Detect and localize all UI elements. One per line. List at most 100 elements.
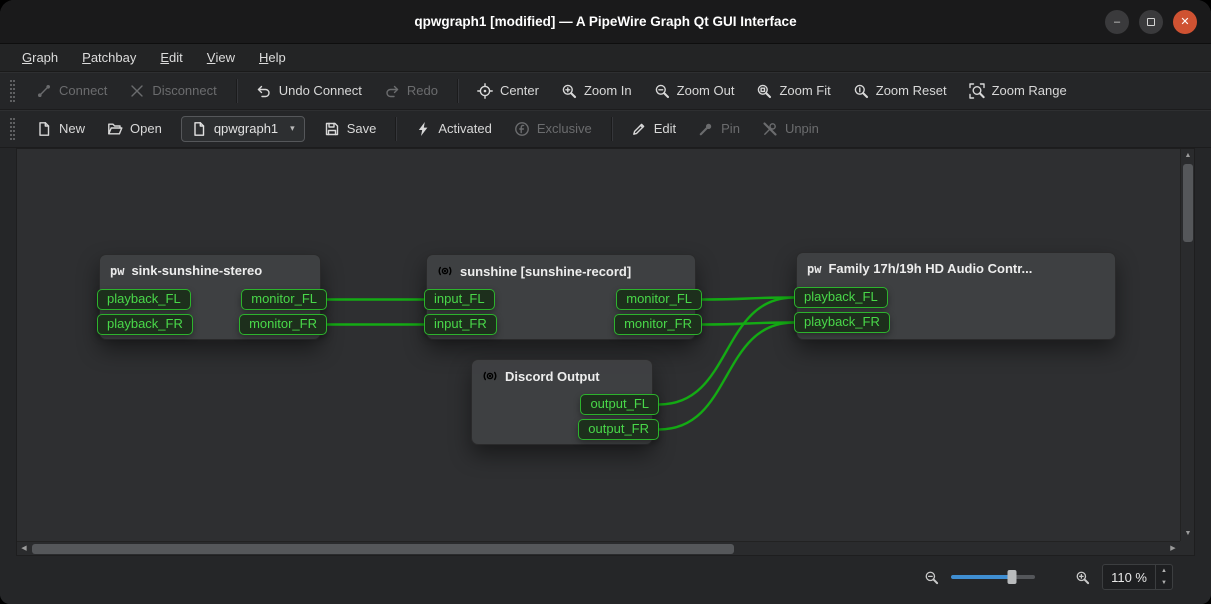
patchbay-file-combo[interactable]: qpwgraph1▾ — [181, 116, 305, 142]
edit-icon — [631, 121, 647, 137]
node-header: pw Family 17h/19h HD Audio Contr... — [797, 253, 1115, 276]
button-label: Pin — [721, 121, 740, 136]
pin-button[interactable]: Pin — [688, 116, 750, 142]
port-input-fr[interactable]: input_FR — [424, 314, 497, 335]
pin-icon — [698, 121, 714, 137]
button-label: Zoom Range — [992, 83, 1067, 98]
disconnect-button[interactable]: Disconnect — [119, 78, 226, 104]
activated-button[interactable]: Activated — [405, 116, 501, 142]
port-playback-fr[interactable]: playback_FR — [97, 314, 193, 335]
zoom-slider-track[interactable] — [951, 575, 1035, 579]
menu-view[interactable]: View — [195, 44, 247, 71]
scroll-down-arrow-icon[interactable]: ▼ — [1181, 527, 1195, 541]
connect-button[interactable]: Connect — [26, 78, 117, 104]
zoom-slider[interactable] — [951, 569, 1035, 585]
input-ports: playback_FL playback_FR — [794, 287, 890, 333]
zoom-spin-down-icon[interactable]: ▼ — [1156, 577, 1172, 589]
edit-button[interactable]: Edit — [621, 116, 686, 142]
maximize-button[interactable] — [1139, 10, 1163, 34]
button-label: Save — [347, 121, 377, 136]
zoom-slider-handle[interactable] — [1007, 570, 1016, 584]
statusbar: 110 % ▲ ▼ — [0, 556, 1211, 604]
open-icon — [107, 121, 123, 137]
node-title: Family 17h/19h HD Audio Contr... — [828, 261, 1032, 276]
titlebar[interactable]: qpwgraph1 [modified] — A PipeWire Graph … — [0, 0, 1211, 44]
port-playback-fr[interactable]: playback_FR — [794, 312, 890, 333]
menu-graph[interactable]: Graph — [10, 44, 70, 71]
zoom-out-button[interactable]: Zoom Out — [644, 78, 745, 104]
exclusive-icon — [514, 121, 530, 137]
toolbar-handle[interactable] — [10, 80, 15, 102]
connect-icon — [36, 83, 52, 99]
button-label: Exclusive — [537, 121, 592, 136]
toolbar-separator — [457, 79, 458, 103]
input-ports: input_FL input_FR — [424, 289, 497, 335]
toolbar-handle[interactable] — [10, 118, 15, 140]
new-button[interactable]: New — [26, 116, 95, 142]
scroll-left-arrow-icon[interactable]: ◀ — [17, 542, 31, 556]
zoom-range-button[interactable]: Zoom Range — [959, 78, 1077, 104]
zoom-in-icon[interactable] — [1075, 570, 1090, 585]
button-label: Connect — [59, 83, 107, 98]
scroll-right-arrow-icon[interactable]: ▶ — [1166, 542, 1180, 556]
port-monitor-fl[interactable]: monitor_FL — [241, 289, 327, 310]
button-label: Edit — [654, 121, 676, 136]
center-button[interactable]: Center — [467, 78, 549, 104]
port-input-fl[interactable]: input_FL — [424, 289, 495, 310]
window-title: qpwgraph1 [modified] — A PipeWire Graph … — [414, 14, 796, 29]
toolbar-separator — [611, 117, 612, 141]
menubar: GraphPatchbayEditViewHelp — [0, 44, 1211, 72]
scroll-up-arrow-icon[interactable]: ▲ — [1181, 149, 1195, 163]
chevron-down-icon: ▾ — [290, 123, 295, 134]
button-label: Zoom Out — [677, 83, 735, 98]
horizontal-scroll-handle[interactable] — [32, 544, 734, 554]
zoom-slider-fill — [951, 575, 1011, 579]
output-ports: output_FL output_FR — [578, 394, 659, 440]
save-button[interactable]: Save — [314, 116, 387, 142]
stream-icon — [437, 263, 453, 279]
horizontal-scrollbar[interactable]: ◀ ▶ — [17, 541, 1180, 555]
port-monitor-fr[interactable]: monitor_FR — [239, 314, 327, 335]
exclusive-button[interactable]: Exclusive — [504, 116, 602, 142]
maximize-icon — [1147, 18, 1155, 26]
zoom-reset-button[interactable]: Zoom Reset — [843, 78, 957, 104]
zoom-value: 110 % — [1103, 570, 1155, 585]
menu-help[interactable]: Help — [247, 44, 298, 71]
toolbar-main: ConnectDisconnectUndo ConnectRedoCenterZ… — [0, 72, 1211, 110]
minimize-button[interactable]: – — [1105, 10, 1129, 34]
node-sunshine[interactable]: sunshine [sunshine-record]input_FLinput_… — [426, 254, 696, 340]
zoom-reset-icon — [853, 83, 869, 99]
zoom-spin-arrows: ▲ ▼ — [1155, 565, 1172, 589]
new-icon — [36, 121, 52, 137]
vertical-scrollbar[interactable]: ▲ ▼ — [1180, 149, 1194, 541]
port-output-fl[interactable]: output_FL — [580, 394, 659, 415]
port-monitor-fr[interactable]: monitor_FR — [614, 314, 702, 335]
zoom-out-icon — [654, 83, 670, 99]
vertical-scroll-handle[interactable] — [1183, 164, 1193, 242]
unpin-button[interactable]: Unpin — [752, 116, 829, 142]
open-button[interactable]: Open — [97, 116, 172, 142]
output-ports: monitor_FL monitor_FR — [614, 289, 702, 335]
port-monitor-fl[interactable]: monitor_FL — [616, 289, 702, 310]
zoom-spin-up-icon[interactable]: ▲ — [1156, 565, 1172, 577]
redo-button[interactable]: Redo — [374, 78, 448, 104]
pipewire-icon: pw — [110, 265, 124, 277]
zoom-in-button[interactable]: Zoom In — [551, 78, 642, 104]
port-output-fr[interactable]: output_FR — [578, 419, 659, 440]
zoom-spinbox[interactable]: 110 % ▲ ▼ — [1102, 564, 1173, 590]
center-icon — [477, 83, 493, 99]
port-playback-fl[interactable]: playback_FL — [97, 289, 191, 310]
menu-edit[interactable]: Edit — [148, 44, 194, 71]
node-family-audio[interactable]: pw Family 17h/19h HD Audio Contr... playba… — [796, 252, 1116, 340]
undo-connect-button[interactable]: Undo Connect — [246, 78, 372, 104]
activated-icon — [415, 121, 431, 137]
node-sink-sunshine-stereo[interactable]: pwsink-sunshine-stereoplayback_FLplaybac… — [99, 254, 321, 340]
menu-patchbay[interactable]: Patchbay — [70, 44, 148, 71]
port-playback-fl[interactable]: playback_FL — [794, 287, 888, 308]
close-button[interactable]: ✕ — [1173, 10, 1197, 34]
zoom-fit-button[interactable]: Zoom Fit — [746, 78, 840, 104]
zoom-out-icon[interactable] — [924, 570, 939, 585]
node-discord-output[interactable]: Discord Outputoutput_FLoutput_FR — [471, 359, 653, 445]
graph-canvas[interactable]: pwsink-sunshine-stereoplayback_FLplaybac… — [17, 149, 1180, 541]
pipewire-icon: pw — [807, 263, 821, 275]
